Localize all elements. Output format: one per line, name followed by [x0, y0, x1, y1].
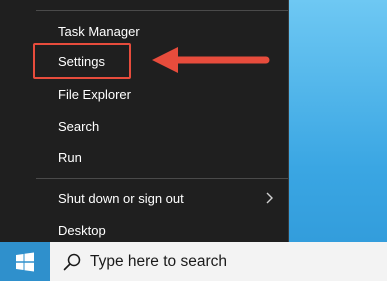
menu-item-file-explorer[interactable]: File Explorer	[0, 78, 288, 110]
chevron-right-icon	[266, 192, 273, 204]
menu-item-label: Run	[58, 149, 82, 165]
menu-item-search[interactable]: Search	[0, 110, 288, 142]
windows-logo-icon	[16, 252, 34, 271]
menu-separator	[36, 10, 288, 11]
search-placeholder: Type here to search	[90, 253, 227, 270]
menu-item-label: Desktop	[58, 222, 106, 238]
menu-item-label: Task Manager	[58, 23, 140, 39]
menu-item-label: File Explorer	[58, 86, 131, 102]
taskbar-search-box[interactable]: Type here to search	[50, 242, 387, 281]
menu-item-label: Shut down or sign out	[58, 190, 184, 206]
quick-link-menu: Task Manager Settings File Explorer Sear…	[0, 0, 289, 242]
settings-highlight-box	[33, 43, 131, 79]
menu-item-run[interactable]: Run	[0, 141, 288, 173]
menu-item-label: Search	[58, 118, 100, 134]
annotation-arrow-icon	[152, 47, 270, 73]
menu-item-shut-down-or-sign-out[interactable]: Shut down or sign out	[0, 182, 288, 214]
start-button[interactable]	[0, 242, 50, 281]
search-icon	[63, 253, 81, 271]
menu-separator	[36, 178, 288, 179]
